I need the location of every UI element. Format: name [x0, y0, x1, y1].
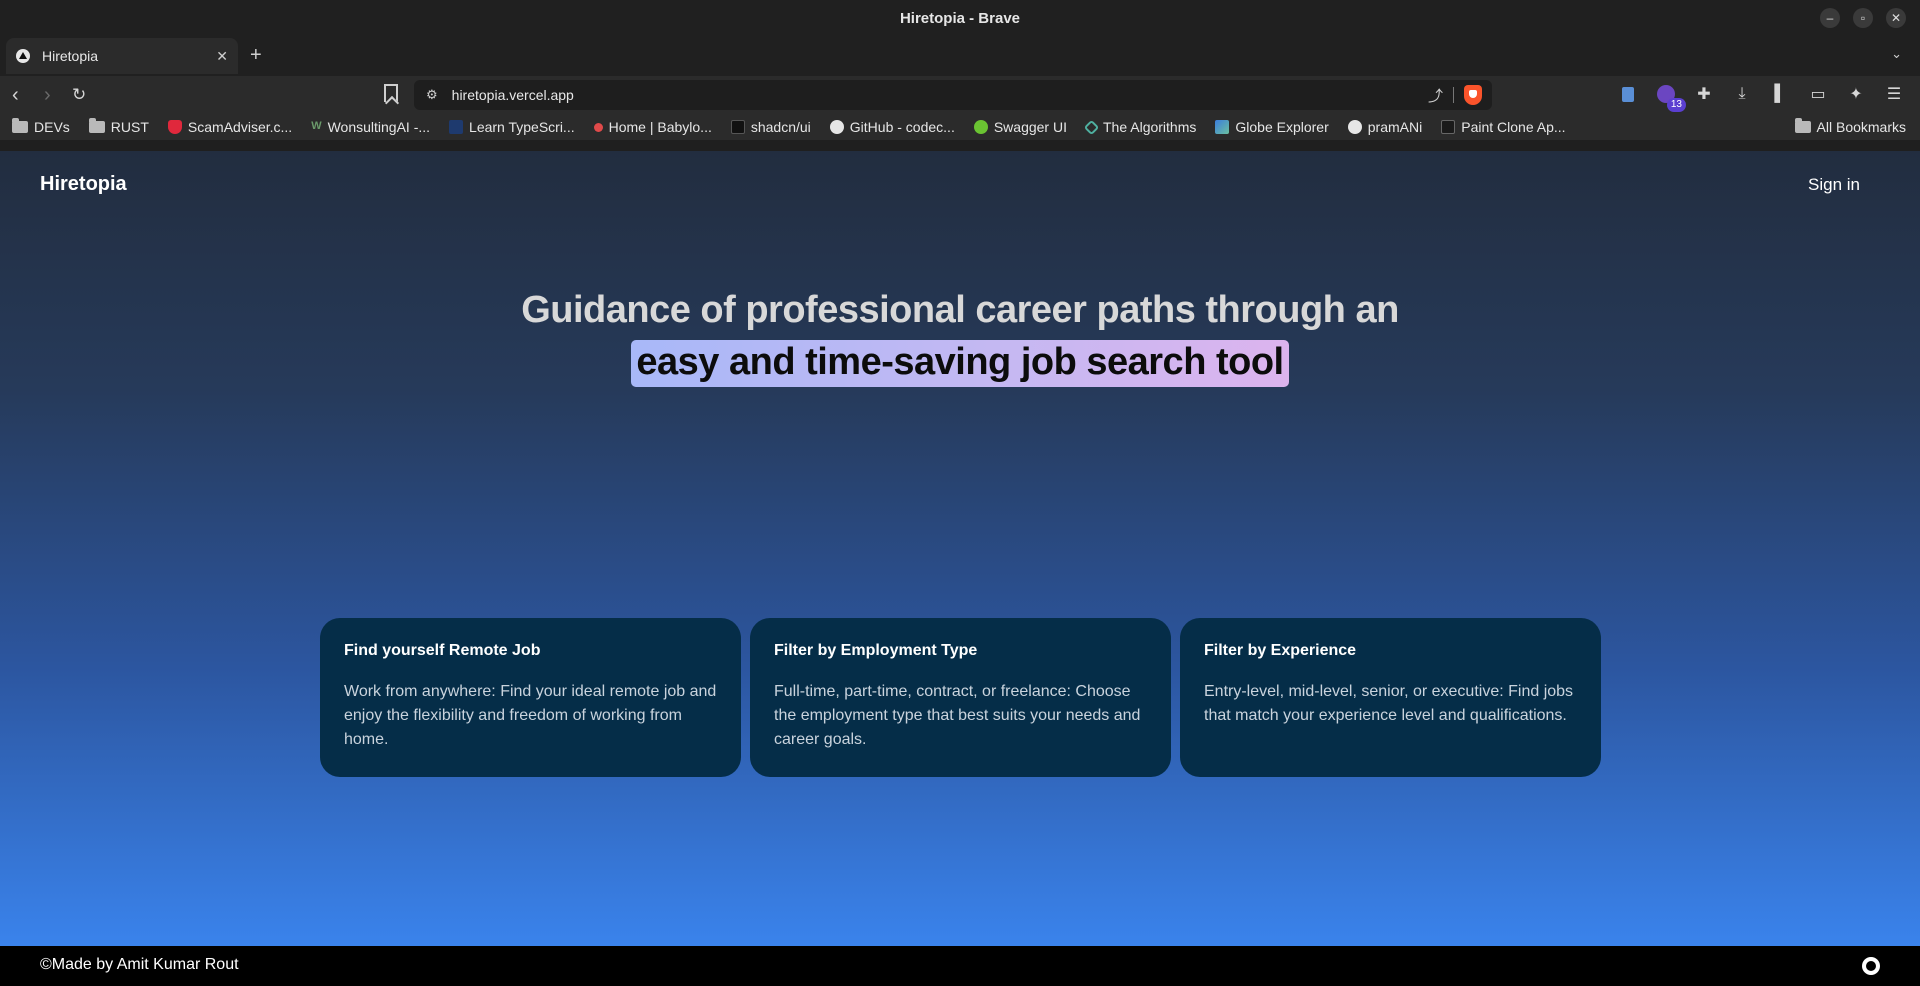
bookmark-wonsultingai[interactable]: W WonsultingAI -... [311, 119, 430, 135]
window-title: Hiretopia - Brave [899, 9, 1021, 27]
feature-card-employment-type: Filter by Employment Type Full-time, par… [750, 618, 1171, 777]
babylon-icon [593, 122, 603, 132]
hero-highlight: easy and time-saving job search tool [631, 340, 1289, 387]
sidebar-icon[interactable]: ▌ [1768, 82, 1792, 106]
folder-icon [88, 118, 105, 133]
back-icon[interactable]: ‹ [12, 82, 19, 108]
extension-notes-icon[interactable] [1616, 82, 1640, 106]
hero-heading: Guidance of professional career paths th… [521, 289, 1399, 331]
feature-cards: Find yourself Remote Job Work from anywh… [320, 618, 1601, 777]
page-viewport: Hiretopia Sign in Guidance of profession… [0, 151, 1920, 946]
extension-badge: 13 [1666, 98, 1686, 112]
bookmarks-bar: DEVs RUST ScamAdviser.c... W WonsultingAI… [0, 114, 1920, 140]
hero-section: Guidance of professional career paths th… [0, 289, 1920, 387]
downloads-icon[interactable]: ⤓ [1730, 82, 1754, 106]
feature-card-remote: Find yourself Remote Job Work from anywh… [320, 618, 741, 777]
card-title: Filter by Employment Type [774, 642, 978, 659]
window-titlebar: Hiretopia - Brave – ▫ ✕ [0, 0, 1920, 36]
extensions-puzzle-icon[interactable]: ✚ [1692, 82, 1716, 106]
close-window-icon[interactable]: ✕ [1886, 8, 1906, 28]
bookmark-github[interactable]: GitHub - codec... [829, 119, 955, 135]
site-logo[interactable]: Hiretopia [40, 173, 127, 196]
bookmark-page-icon[interactable] [384, 84, 398, 102]
browser-toolbar: ‹ › ↻ ⚙ hiretopia.vercel.app ⤴ 13 ✚ ⤓ ▌ … [0, 76, 1920, 114]
vercel-favicon-icon [16, 49, 30, 63]
shadcn-icon [730, 120, 745, 134]
address-bar[interactable]: ⚙ hiretopia.vercel.app ⤴ [414, 80, 1492, 110]
bookmark-babylon[interactable]: Home | Babylo... [593, 119, 712, 135]
brave-shields-icon[interactable] [1464, 85, 1482, 105]
feature-card-experience: Filter by Experience Entry-level, mid-le… [1180, 618, 1601, 777]
maximize-icon[interactable]: ▫ [1853, 8, 1873, 28]
shield-icon [167, 120, 182, 134]
w-logo-icon: W [311, 120, 322, 132]
reload-icon[interactable]: ↻ [72, 82, 86, 108]
sign-in-link[interactable]: Sign in [1808, 175, 1860, 195]
tab-hiretopia[interactable]: Hiretopia ✕ [6, 38, 238, 74]
swagger-icon [973, 120, 988, 134]
folder-icon [1794, 118, 1811, 133]
wallet-icon[interactable]: ▭ [1806, 82, 1830, 106]
globe-icon [1347, 120, 1362, 134]
bookmark-folder-devs[interactable]: DEVs [12, 118, 70, 135]
close-tab-icon[interactable]: ✕ [216, 48, 228, 65]
tab-title: Hiretopia [42, 48, 99, 64]
card-title: Find yourself Remote Job [344, 642, 541, 659]
site-footer: ©Made by Amit Kumar Rout [0, 946, 1920, 986]
card-description: Entry-level, mid-level, senior, or execu… [1204, 683, 1574, 724]
site-settings-icon[interactable]: ⚙ [426, 87, 438, 103]
bookmark-the-algorithms[interactable]: The Algorithms [1083, 119, 1196, 135]
window-controls: – ▫ ✕ [1820, 8, 1906, 28]
card-description: Work from anywhere: Find your ideal remo… [344, 683, 717, 748]
algorithms-icon [1083, 119, 1100, 135]
leo-ai-icon[interactable]: ✦ [1844, 82, 1868, 106]
bookmark-swagger[interactable]: Swagger UI [973, 119, 1067, 135]
tab-list-chevron-icon[interactable]: ⌄ [1891, 46, 1902, 62]
url-divider [1453, 87, 1454, 103]
card-description: Full-time, part-time, contract, or freel… [774, 683, 1141, 748]
all-bookmarks[interactable]: All Bookmarks [1794, 118, 1906, 135]
menu-icon[interactable]: ☰ [1882, 82, 1906, 106]
folder-icon [12, 118, 28, 133]
bookmark-paint-clone[interactable]: Paint Clone Ap... [1441, 119, 1566, 135]
bookmark-typescript[interactable]: Learn TypeScri... [449, 119, 575, 135]
bookmark-globe-explorer[interactable]: Globe Explorer [1215, 119, 1329, 135]
minimize-icon[interactable]: – [1820, 8, 1840, 28]
card-title: Filter by Experience [1204, 642, 1357, 659]
share-icon[interactable]: ⤴ [1428, 85, 1443, 106]
vercel-icon [1441, 120, 1456, 134]
toolbar-right-group: 13 ✚ ⤓ ▌ ▭ ✦ ☰ [1616, 82, 1906, 112]
bookmark-scamadviser[interactable]: ScamAdviser.c... [167, 119, 292, 135]
tab-strip: Hiretopia ✕ + ⌄ [0, 36, 1920, 76]
extension-purple-icon[interactable]: 13 [1654, 82, 1686, 112]
url-text[interactable]: hiretopia.vercel.app [452, 87, 1428, 103]
bookmark-pramani[interactable]: pramANi [1347, 119, 1422, 135]
github-icon [829, 120, 844, 134]
bookmark-shadcn[interactable]: shadcn/ui [730, 119, 811, 135]
github-icon[interactable] [1862, 957, 1880, 975]
bookmark-folder-rust[interactable]: RUST [88, 118, 149, 135]
forward-icon[interactable]: › [44, 82, 51, 108]
globe-icon [1215, 120, 1230, 134]
new-tab-icon[interactable]: + [250, 44, 262, 67]
footer-credit: ©Made by Amit Kumar Rout [40, 956, 239, 973]
ts-logo-icon [449, 120, 464, 134]
